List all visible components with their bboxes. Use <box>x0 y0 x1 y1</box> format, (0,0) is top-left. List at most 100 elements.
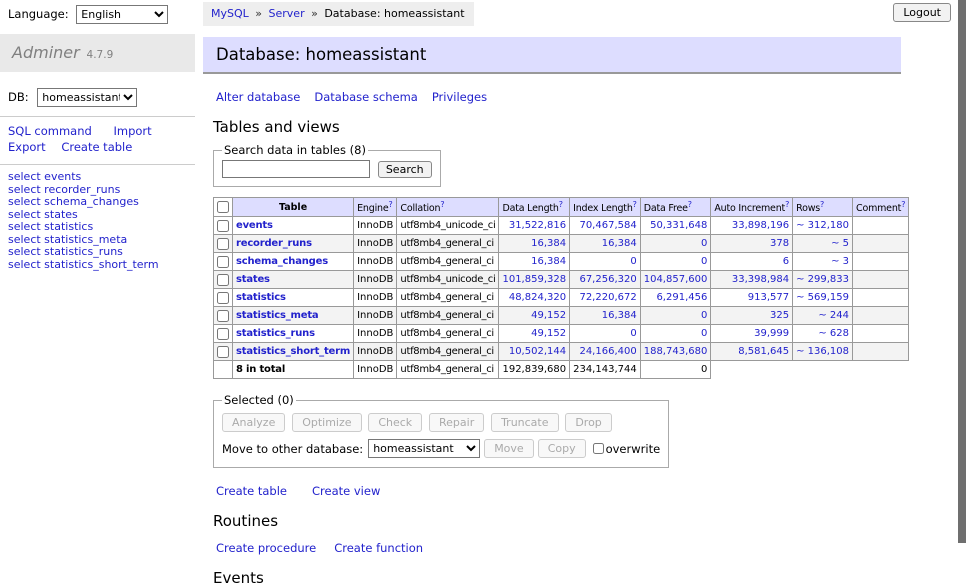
breadcrumb-link-mysql[interactable]: MySQL <box>211 7 249 20</box>
create-view-link[interactable]: Create view <box>312 484 380 498</box>
rows-link[interactable]: ~ 244 <box>818 310 849 321</box>
move-db-select[interactable]: homeassistant <box>368 439 480 458</box>
auto-increment-link[interactable]: 6 <box>783 256 789 267</box>
table-name-link[interactable]: statistics_runs <box>236 328 315 339</box>
create-function-link[interactable]: Create function <box>334 541 423 555</box>
data-free-link[interactable]: 0 <box>701 328 707 339</box>
language-select[interactable]: English <box>76 5 168 24</box>
analyze-button[interactable]: Analyze <box>222 413 285 432</box>
search-button[interactable]: Search <box>378 161 432 178</box>
index-length-link[interactable]: 67,256,320 <box>579 274 636 285</box>
data-length-link[interactable]: 10,502,144 <box>509 346 566 357</box>
truncate-button[interactable]: Truncate <box>491 413 558 432</box>
select-all-checkbox[interactable] <box>217 201 229 213</box>
help-icon[interactable]: ? <box>633 200 637 209</box>
rows-link[interactable]: ~ 3 <box>831 256 849 267</box>
help-icon[interactable]: ? <box>901 200 905 209</box>
help-icon[interactable]: ? <box>559 200 563 209</box>
index-length-link[interactable]: 16,384 <box>602 310 637 321</box>
data-free-link[interactable]: 0 <box>701 238 707 249</box>
app-logo-link[interactable]: Adminer <box>12 43 80 62</box>
sidebar-link-create-table[interactable]: Create table <box>61 140 132 154</box>
data-free-link[interactable]: 50,331,648 <box>650 220 707 231</box>
data-length-link[interactable]: 16,384 <box>531 238 566 249</box>
data-length-link[interactable]: 48,824,320 <box>509 292 566 303</box>
sidebar-link-import[interactable]: Import <box>113 124 151 138</box>
data-length-link[interactable]: 16,384 <box>531 256 566 267</box>
move-button[interactable]: Move <box>484 439 534 458</box>
data-free-link[interactable]: 188,743,680 <box>644 346 708 357</box>
overwrite-checkbox[interactable] <box>593 443 604 454</box>
row-checkbox[interactable] <box>217 256 229 268</box>
index-length-link[interactable]: 70,467,584 <box>579 220 636 231</box>
data-length-link[interactable]: 49,152 <box>531 328 566 339</box>
index-length-link[interactable]: 72,220,672 <box>579 292 636 303</box>
help-icon[interactable]: ? <box>785 200 789 209</box>
row-checkbox[interactable] <box>217 328 229 340</box>
auto-increment-link[interactable]: 378 <box>770 238 789 249</box>
sidebar-select-link[interactable]: select statistics_runs <box>8 246 195 259</box>
table-name-link[interactable]: schema_changes <box>236 256 328 267</box>
sidebar-select-link[interactable]: select statistics_short_term <box>8 259 195 272</box>
table-name-link[interactable]: states <box>236 274 270 285</box>
data-length-link[interactable]: 101,859,328 <box>502 274 566 285</box>
privileges-link[interactable]: Privileges <box>432 90 487 104</box>
row-checkbox[interactable] <box>217 238 229 250</box>
help-icon[interactable]: ? <box>440 200 444 209</box>
create-table-link[interactable]: Create table <box>216 484 287 498</box>
breadcrumb-link-server[interactable]: Server <box>269 7 305 20</box>
row-checkbox[interactable] <box>217 310 229 322</box>
create-procedure-link[interactable]: Create procedure <box>216 541 316 555</box>
table-name-link[interactable]: statistics_short_term <box>236 346 350 357</box>
rows-link[interactable]: ~ 628 <box>818 328 849 339</box>
db-select[interactable]: homeassistant <box>37 88 137 107</box>
drop-button[interactable]: Drop <box>565 413 611 432</box>
rows-link[interactable]: ~ 5 <box>831 238 849 249</box>
sidebar-select-link[interactable]: select events <box>8 171 195 184</box>
auto-increment-link[interactable]: 325 <box>770 310 789 321</box>
rows-link[interactable]: ~ 569,159 <box>796 292 849 303</box>
rows-cell: ~ 299,833 <box>793 271 853 289</box>
help-icon[interactable]: ? <box>820 200 824 209</box>
row-checkbox[interactable] <box>217 274 229 286</box>
data-length-link[interactable]: 31,522,816 <box>509 220 566 231</box>
help-icon[interactable]: ? <box>688 200 692 209</box>
copy-button[interactable]: Copy <box>538 439 586 458</box>
row-checkbox[interactable] <box>217 346 229 358</box>
sidebar-select-link[interactable]: select statistics <box>8 221 195 234</box>
index-length-link[interactable]: 24,166,400 <box>579 346 636 357</box>
row-checkbox[interactable] <box>217 292 229 304</box>
table-name-link[interactable]: statistics_meta <box>236 310 318 321</box>
data-free-link[interactable]: 0 <box>701 310 707 321</box>
sidebar-link-sql-command[interactable]: SQL command <box>8 124 92 138</box>
rows-link[interactable]: ~ 136,108 <box>796 346 849 357</box>
repair-button[interactable]: Repair <box>429 413 484 432</box>
help-icon[interactable]: ? <box>388 200 392 209</box>
table-name-link[interactable]: statistics <box>236 292 286 303</box>
database-schema-link[interactable]: Database schema <box>314 90 417 104</box>
alter-database-link[interactable]: Alter database <box>216 90 300 104</box>
data-free-link[interactable]: 6,291,456 <box>656 292 707 303</box>
auto-increment-link[interactable]: 8,581,645 <box>738 346 789 357</box>
rows-link[interactable]: ~ 299,833 <box>796 274 849 285</box>
auto-increment-link[interactable]: 33,398,984 <box>732 274 789 285</box>
auto-increment-link[interactable]: 913,577 <box>748 292 789 303</box>
auto-increment-link[interactable]: 39,999 <box>754 328 789 339</box>
auto-increment-link[interactable]: 33,898,196 <box>732 220 789 231</box>
sidebar-select-link[interactable]: select schema_changes <box>8 196 195 209</box>
row-checkbox[interactable] <box>217 220 229 232</box>
data-free-link[interactable]: 0 <box>701 256 707 267</box>
index-length-link[interactable]: 0 <box>630 256 636 267</box>
check-button[interactable]: Check <box>368 413 422 432</box>
table-name-link[interactable]: events <box>236 220 273 231</box>
data-free-link[interactable]: 104,857,600 <box>644 274 708 285</box>
rows-link[interactable]: ~ 312,180 <box>796 220 849 231</box>
data-length-link[interactable]: 49,152 <box>531 310 566 321</box>
table-name-link[interactable]: recorder_runs <box>236 238 312 249</box>
index-length-link[interactable]: 0 <box>630 328 636 339</box>
optimize-button[interactable]: Optimize <box>292 413 361 432</box>
scrollbar[interactable] <box>958 0 966 543</box>
index-length-link[interactable]: 16,384 <box>602 238 637 249</box>
search-input[interactable] <box>222 160 370 178</box>
sidebar-link-export[interactable]: Export <box>8 140 46 154</box>
